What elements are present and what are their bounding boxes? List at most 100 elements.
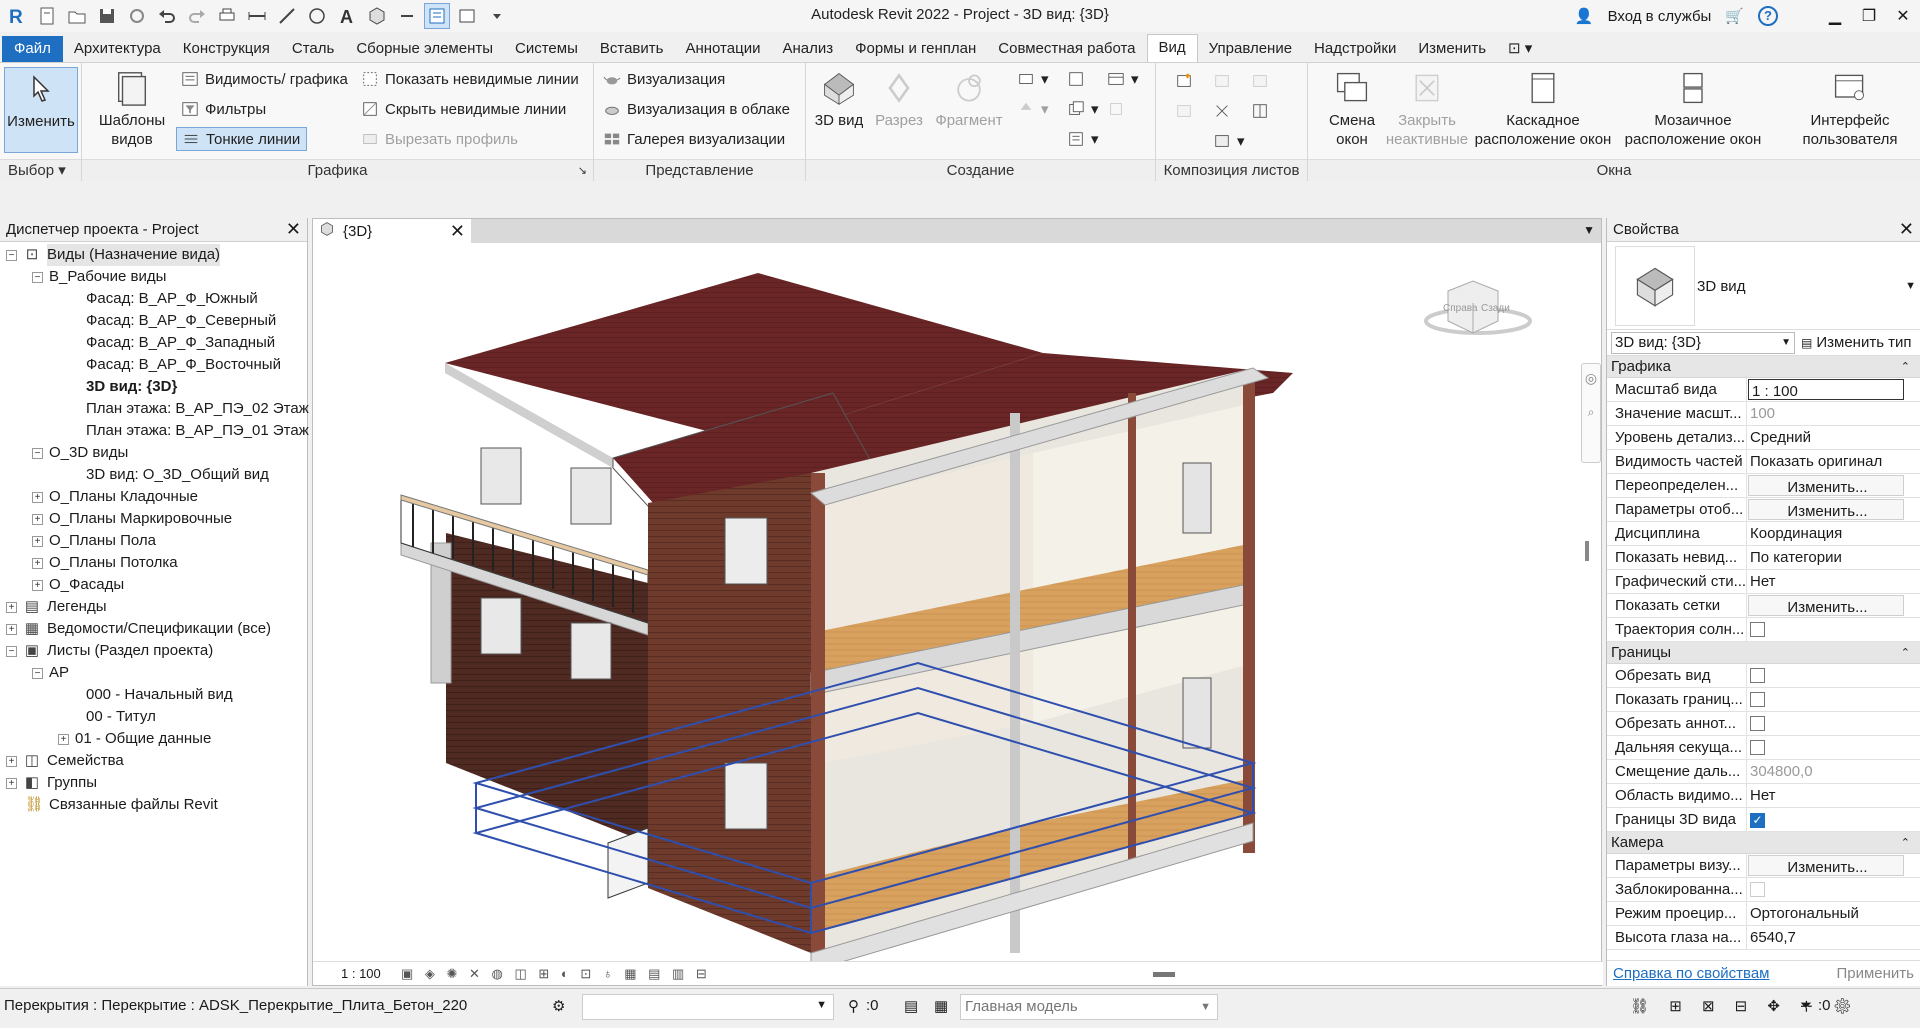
checkbox[interactable]	[1750, 740, 1765, 755]
filter-icon[interactable]: ⏷	[1800, 997, 1812, 1014]
tree-node[interactable]: Фасад: В_АР_Ф_Северный	[0, 310, 307, 332]
callout-button[interactable]: Фрагмент	[926, 67, 1012, 130]
3d-view-button[interactable]: 3D вид	[810, 67, 868, 130]
visibility-graphics-button[interactable]: Видимость/ графика	[180, 67, 348, 91]
tab-10[interactable]: Совместная работа	[987, 36, 1146, 62]
sheet-button[interactable]	[1174, 69, 1199, 93]
view-controls[interactable]: ▣ ◈ ✺ ✕ ◍ ◫ ⊞ ◐ ⊡ ♁ ▦ ▤ ▥ ⊟	[401, 966, 711, 982]
tree-node[interactable]: + ▤ Легенды	[0, 596, 307, 618]
expand-icon[interactable]: +	[32, 513, 43, 525]
tree-node[interactable]: + О_Планы Потолка	[0, 552, 307, 574]
zoom-icon[interactable]: ⌕	[1582, 405, 1600, 420]
new-document-icon[interactable]	[34, 3, 60, 29]
thin-lines-button[interactable]: Тонкие линии	[176, 127, 308, 151]
tab-9[interactable]: Формы и генплан	[844, 36, 987, 62]
property-value[interactable]: Изменить...	[1748, 595, 1904, 616]
measure-icon[interactable]	[244, 3, 270, 29]
tile-windows-button[interactable]: Мозаичное расположение окон	[1618, 67, 1768, 149]
checkbox[interactable]	[1750, 716, 1765, 731]
instance-selector[interactable]: 3D вид: {3D} ▼	[1611, 331, 1795, 354]
property-value[interactable]	[1747, 618, 1920, 641]
property-value[interactable]: Нет	[1747, 784, 1920, 807]
tree-node[interactable]: + ◧ Группы	[0, 772, 307, 794]
horizontal-scrollbar[interactable]	[1153, 972, 1175, 977]
minimize-button[interactable]: ▁	[1818, 6, 1852, 26]
checkbox[interactable]	[1750, 692, 1765, 707]
view-scale[interactable]: 1 : 100	[341, 966, 401, 981]
collapse-icon[interactable]: −	[32, 271, 43, 283]
revisions-button[interactable]	[1212, 99, 1237, 123]
tab-6[interactable]: Вставить	[589, 36, 675, 62]
vertical-scrollbar[interactable]	[1585, 541, 1589, 561]
property-value[interactable]: Координация	[1747, 522, 1920, 545]
drafting-view-button[interactable]	[1066, 67, 1091, 91]
steering-wheel-icon[interactable]: ◎	[1582, 370, 1600, 387]
open-folder-icon[interactable]	[64, 3, 90, 29]
collapse-icon[interactable]: −	[32, 667, 43, 679]
tree-node[interactable]: + О_Фасады	[0, 574, 307, 596]
tree-node[interactable]: − ▣ Листы (Раздел проекта)	[0, 640, 307, 662]
collapse-icon[interactable]: −	[6, 249, 17, 261]
tab-1[interactable]: Архитектура	[63, 36, 172, 62]
guide-grid-button[interactable]	[1250, 99, 1275, 123]
cut-profile-button[interactable]: Вырезать профиль	[360, 127, 518, 151]
tree-node[interactable]: 00 - Титул	[0, 706, 307, 728]
tab-14[interactable]: Изменить	[1407, 36, 1497, 62]
property-value[interactable]	[1747, 664, 1920, 687]
undo-icon[interactable]	[154, 3, 180, 29]
help-icon[interactable]: ?	[1758, 6, 1778, 26]
user-icon[interactable]: 👤	[1575, 7, 1594, 25]
checkbox-checked[interactable]: ✓	[1750, 813, 1765, 828]
revit-logo-icon[interactable]: R	[4, 3, 30, 29]
aligned-dimension-icon[interactable]	[274, 3, 300, 29]
tab-4[interactable]: Сборные элементы	[345, 36, 504, 62]
graphics-panel-label[interactable]: Графика ↘	[82, 159, 593, 181]
tree-node[interactable]: + ▦ Ведомости/Спецификации (все)	[0, 618, 307, 640]
property-value[interactable]: Нет	[1747, 570, 1920, 593]
expand-icon[interactable]: +	[32, 535, 43, 547]
type-preview[interactable]: 3D вид ▼	[1607, 242, 1920, 330]
property-value[interactable]: Средний	[1747, 426, 1920, 449]
properties-help-link[interactable]: Справка по свойствам	[1613, 965, 1770, 982]
tree-node[interactable]: − О_3D виды	[0, 442, 307, 464]
render-cloud-button[interactable]: Визуализация в облаке	[602, 97, 790, 121]
legends-button[interactable]: ▾	[1066, 127, 1099, 151]
property-group-header[interactable]: Графика ⌃	[1607, 356, 1920, 378]
viewcube-back-face[interactable]: Сзади	[1481, 303, 1510, 314]
tree-node[interactable]: 3D вид: О_3D_Общий вид	[0, 464, 307, 486]
property-value[interactable]	[1747, 712, 1920, 735]
property-group-header[interactable]: Границы ⌃	[1607, 642, 1920, 664]
place-view-button[interactable]	[1250, 69, 1275, 93]
tree-node[interactable]: + О_Планы Кладочные	[0, 486, 307, 508]
collapse-icon[interactable]: −	[6, 645, 17, 657]
property-value[interactable]: 1 : 100	[1748, 379, 1904, 400]
plan-views-button[interactable]: ▾	[1016, 67, 1049, 91]
workset-dropdown[interactable]: ▼	[582, 994, 834, 1020]
3d-canvas[interactable]: Справа Сзади ◎ ⌕	[313, 243, 1603, 972]
switch-windows-quick-icon[interactable]	[454, 3, 480, 29]
expand-icon[interactable]: +	[6, 755, 17, 767]
tab-11[interactable]: Вид	[1146, 34, 1198, 62]
default-3d-view-icon[interactable]	[364, 3, 390, 29]
checkbox[interactable]	[1750, 882, 1765, 897]
tab-8[interactable]: Анализ	[771, 36, 844, 62]
view-templates-button[interactable]: Шаблоны видов	[92, 67, 172, 149]
design-options-icon-2[interactable]: ▦	[934, 997, 948, 1015]
tab-5[interactable]: Системы	[504, 36, 589, 62]
property-value[interactable]	[1747, 736, 1920, 759]
restore-button[interactable]: ❐	[1852, 6, 1886, 26]
tree-node[interactable]: План этажа: В_АР_ПЭ_02 Этаж	[0, 398, 309, 420]
tree-node[interactable]: 000 - Начальный вид	[0, 684, 307, 706]
tree-node[interactable]: − ⊡ Виды (Назначение вида)	[0, 244, 307, 266]
tab-13[interactable]: Надстройки	[1303, 36, 1407, 62]
design-options-icon[interactable]: ▤	[904, 997, 918, 1015]
property-value[interactable]: Изменить...	[1748, 475, 1904, 496]
property-group-header[interactable]: Камера ⌃	[1607, 832, 1920, 854]
tree-node[interactable]: 3D вид: {3D}	[0, 376, 307, 398]
thin-lines-quick-icon[interactable]	[424, 3, 450, 29]
viewcube-right-face[interactable]: Справа	[1443, 303, 1478, 314]
property-value[interactable]: Изменить...	[1748, 855, 1904, 876]
schedules-button[interactable]: ▾	[1106, 67, 1139, 91]
property-value[interactable]	[1747, 878, 1920, 901]
property-value[interactable]: 100	[1747, 402, 1920, 425]
